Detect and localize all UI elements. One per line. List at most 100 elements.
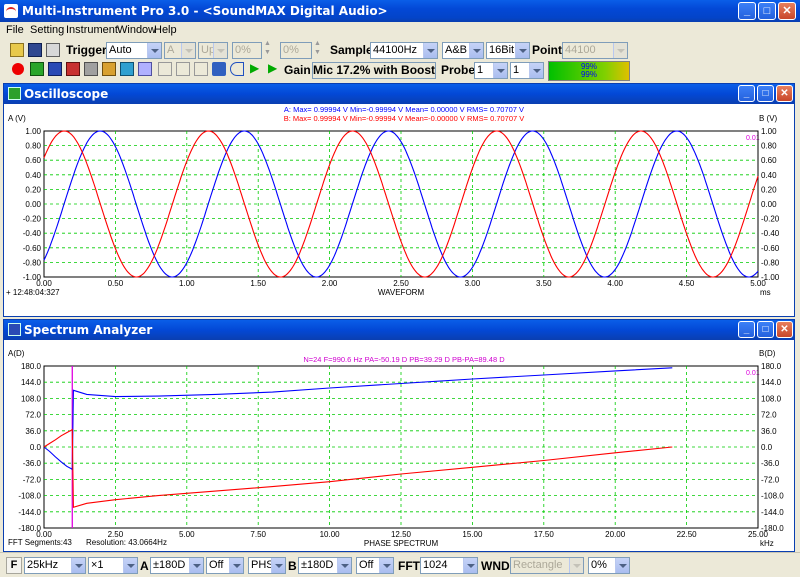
spectrum-close-button[interactable]: ✕ <box>776 321 793 338</box>
minimize-button[interactable]: _ <box>738 2 756 20</box>
a-offset-select[interactable]: Off <box>206 557 244 574</box>
menu-setting[interactable]: Setting <box>30 24 64 36</box>
spec-y-tick-label: 180.0 <box>21 362 42 371</box>
oscilloscope-close-button[interactable]: ✕ <box>776 85 793 102</box>
spectrum-titlebar[interactable]: Spectrum Analyzer _ □ ✕ <box>4 320 794 340</box>
close-button[interactable]: ✕ <box>778 2 796 20</box>
speaker-icon[interactable] <box>230 62 244 76</box>
b-label: B <box>288 559 297 573</box>
spec-x-tick-label: 2.50 <box>108 530 124 539</box>
record-icon[interactable] <box>12 63 24 75</box>
probe-b-value: 1 <box>513 64 520 76</box>
spectrum-title: Spectrum Analyzer <box>24 323 153 337</box>
wave-icon[interactable] <box>138 62 152 76</box>
cursor-b-icon[interactable] <box>194 62 208 76</box>
spec-y-tick-label: -108.0 <box>18 492 41 501</box>
points-select[interactable]: 44100 <box>562 42 628 59</box>
maximize-button[interactable]: □ <box>758 2 776 20</box>
multimeter-icon[interactable] <box>66 62 80 76</box>
osc-x-tick-label: 4.50 <box>679 279 695 288</box>
spectrum-window[interactable]: Spectrum Analyzer _ □ ✕ N=24 F=990.6 Hz … <box>3 319 795 552</box>
cursor-icon[interactable] <box>158 62 172 76</box>
osc-y2-tick-label: 0.20 <box>761 185 777 194</box>
probe-b-select[interactable]: 1 <box>510 62 544 79</box>
mic-level-display[interactable]: Mic 17.2% with Boost <box>312 62 436 79</box>
generator-icon[interactable] <box>84 62 98 76</box>
fft-label: FFT <box>398 559 420 573</box>
menu-instrument[interactable]: Instrument <box>66 24 118 36</box>
save-icon[interactable] <box>28 43 42 57</box>
osc-y-tick-label: 0.40 <box>25 171 41 180</box>
play-icon[interactable]: ▶ <box>250 61 259 75</box>
spectrum3d-icon[interactable] <box>120 62 134 76</box>
spec-y2-tick-label: 36.0 <box>761 427 777 436</box>
trigger-level-field[interactable]: 0% <box>232 42 262 59</box>
channel-value: A&B <box>445 44 468 56</box>
oscilloscope-window[interactable]: Oscilloscope _ □ ✕ A: Max= 0.99994 V Min… <box>3 83 795 317</box>
menu-file[interactable]: File <box>6 24 24 36</box>
phase-spectrum-chart[interactable]: N=24 F=990.6 Hz PA=-50.19 D PB=39.29 D P… <box>4 340 794 551</box>
mode-select[interactable]: PHS <box>248 557 286 574</box>
calibrate-icon[interactable] <box>212 62 226 76</box>
osc-y2-tick-label: -1.00 <box>761 273 780 282</box>
spec-y-tick-label: -180.0 <box>18 524 41 533</box>
fft-size-select[interactable]: 1024 <box>420 557 478 574</box>
zoom-select[interactable]: ×1 <box>88 557 138 574</box>
channel-select[interactable]: A&B <box>442 42 484 59</box>
waveform-chart[interactable]: A: Max= 0.99994 V Min=-0.99994 V Mean= 0… <box>4 104 794 316</box>
osc-y2-tick-label: 0.60 <box>761 156 777 165</box>
trigger-mode-select[interactable]: Auto <box>106 42 162 59</box>
oscilloscope-maximize-button[interactable]: □ <box>757 85 774 102</box>
osc-x-tick-label: 3.00 <box>465 279 481 288</box>
freq-range-select[interactable]: 25kHz <box>24 557 86 574</box>
left-axis-label: A(D) <box>8 349 25 358</box>
play-once-icon[interactable]: ▶ <box>268 61 277 75</box>
toolbar-instruments: ▶ ▶ Gain Mic 17.2% with Boost Probe 1 1 … <box>0 60 800 81</box>
spectrum-maximize-button[interactable]: □ <box>757 321 774 338</box>
fft-segments: FFT Segments:43 <box>8 538 72 547</box>
menu-help[interactable]: Help <box>154 24 177 36</box>
app-icon <box>4 4 18 18</box>
oscilloscope-titlebar[interactable]: Oscilloscope _ □ ✕ <box>4 84 794 104</box>
b-range-select[interactable]: ±180D <box>298 557 352 574</box>
trigger-delay-field[interactable]: 0% <box>280 42 312 59</box>
b-offset-select[interactable]: Off <box>356 557 394 574</box>
a-range-select[interactable]: ±180D <box>150 557 204 574</box>
bit-depth-select[interactable]: 16Bit <box>486 42 530 59</box>
trigger-level-stepper[interactable] <box>263 40 273 59</box>
toolbar-main: Trigger Auto A Up 0% 0% Sample 44100Hz A… <box>0 40 800 60</box>
spectrum-minimize-button[interactable]: _ <box>738 321 755 338</box>
spec-x-tick-label: 17.50 <box>534 530 555 539</box>
b-range-value: ±180D <box>301 559 334 571</box>
oscilloscope-minimize-button[interactable]: _ <box>738 85 755 102</box>
spec-y2-tick-label: 0.0 <box>761 443 773 452</box>
level-meter: 99% 99% <box>548 61 630 81</box>
window-function-select[interactable]: Rectangle <box>510 557 584 574</box>
menu-window[interactable]: Window <box>117 24 156 36</box>
b-offset-value: Off <box>359 559 374 571</box>
trigger-delay-stepper[interactable] <box>313 40 323 59</box>
spec-y2-tick-label: 180.0 <box>761 362 782 371</box>
spec-x-tick-label: 5.00 <box>179 530 195 539</box>
trigger-channel-select[interactable]: A <box>164 42 196 59</box>
f-label[interactable]: F <box>6 557 22 574</box>
menu-bar: File Setting Instrument Window Help <box>0 22 800 41</box>
overlap-select[interactable]: 0% <box>588 557 630 574</box>
spec-y2-tick-label: -144.0 <box>761 508 784 517</box>
trigger-level-value: 0% <box>235 44 251 56</box>
open-icon[interactable] <box>10 43 24 57</box>
spec-y-tick-label: -72.0 <box>23 475 42 484</box>
osc-y2-tick-label: -0.20 <box>761 215 780 224</box>
spectrum-icon[interactable] <box>48 62 62 76</box>
print-icon[interactable] <box>46 43 60 57</box>
cursor-a-icon[interactable] <box>176 62 190 76</box>
zoom-value: ×1 <box>91 559 104 571</box>
oscilloscope-icon[interactable] <box>30 62 44 76</box>
dds-icon[interactable] <box>102 62 116 76</box>
trigger-edge-select[interactable]: Up <box>198 42 228 59</box>
sample-rate-select[interactable]: 44100Hz <box>370 42 438 59</box>
right-axis-label: B (V) <box>759 114 778 123</box>
probe-a-select[interactable]: 1 <box>474 62 508 79</box>
x-axis-label: WAVEFORM <box>378 288 425 297</box>
title-bar[interactable]: Multi-Instrument Pro 3.0 - <SoundMAX Dig… <box>0 0 800 22</box>
